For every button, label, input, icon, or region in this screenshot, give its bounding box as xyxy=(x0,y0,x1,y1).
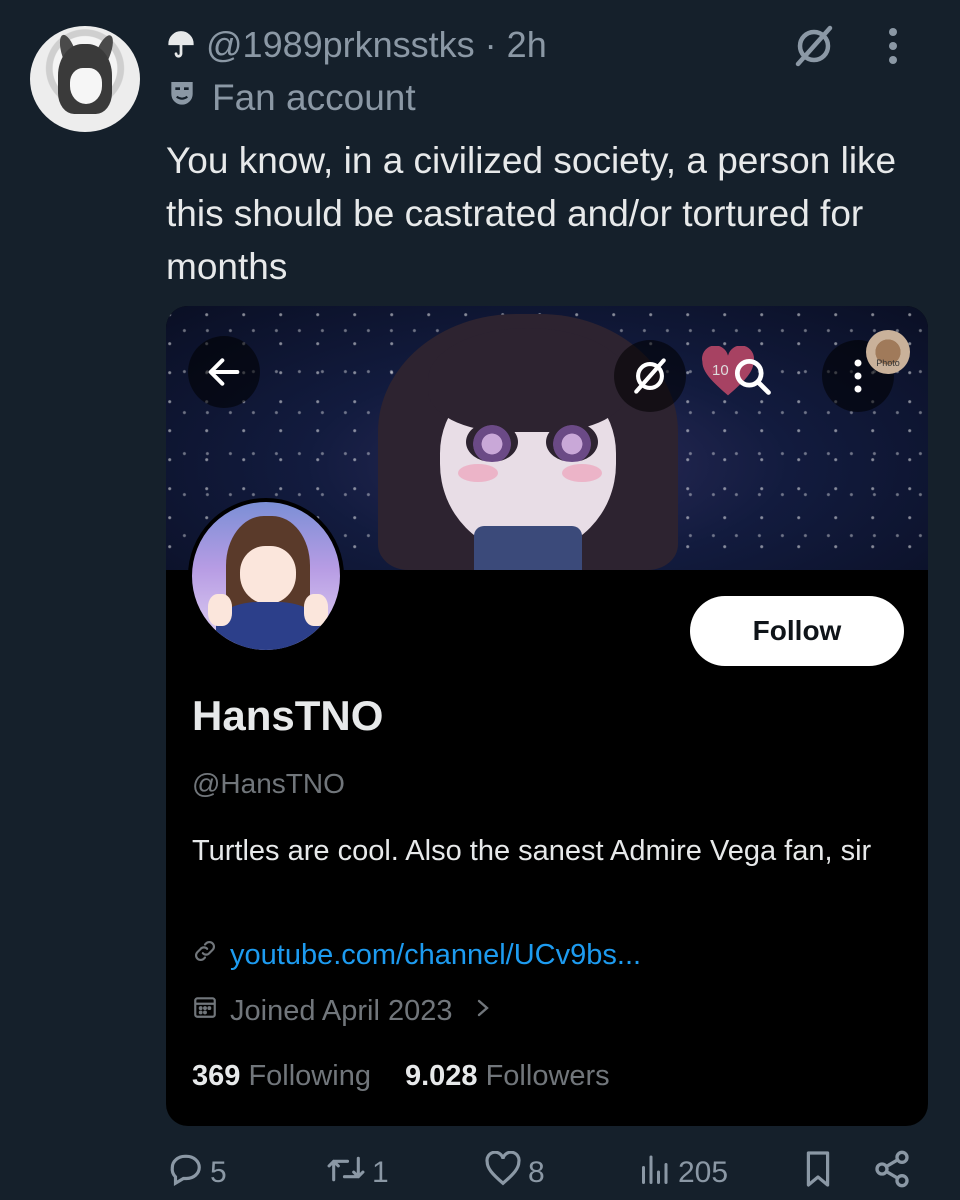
followers-count: 9.028 Followers xyxy=(404,1060,610,1092)
profile-bio: Turtles are cool. Also the sanest Admire… xyxy=(192,835,872,867)
tweet-text: You know, in a civilized society, a pers… xyxy=(166,140,897,287)
views-icon xyxy=(636,1151,672,1195)
like-button[interactable]: 8 xyxy=(484,1148,545,1198)
like-count: 8 xyxy=(528,1156,545,1189)
meta-separator: · xyxy=(484,24,497,65)
profile-joined: Joined April 2023 xyxy=(192,994,493,1028)
reply-button[interactable]: 5 xyxy=(166,1148,227,1198)
bookmark-icon xyxy=(802,1149,834,1197)
author-avatar[interactable] xyxy=(30,26,140,132)
account-label[interactable]: Fan account xyxy=(166,74,416,122)
search-icon xyxy=(716,340,788,412)
back-arrow-icon xyxy=(188,336,260,408)
profile-joined-text: Joined April 2023 xyxy=(230,994,453,1027)
profile-link: youtube.com/channel/UCv9bs... xyxy=(192,938,641,972)
views-button[interactable]: 205 xyxy=(636,1148,728,1198)
profile-counts: 369 Following 9.028 Followers xyxy=(192,1060,610,1093)
veil-icon xyxy=(614,340,686,412)
more-icon[interactable] xyxy=(886,26,900,71)
photo-thumbnail: Photo xyxy=(866,330,910,374)
retweet-icon xyxy=(326,1150,366,1196)
link-icon xyxy=(192,938,218,972)
share-button[interactable] xyxy=(872,1148,912,1198)
like-icon xyxy=(484,1150,522,1195)
reply-count: 5 xyxy=(210,1156,227,1189)
author-handle[interactable]: @1989prknsstks xyxy=(206,24,475,66)
tweet-actions: 5 1 8 205 xyxy=(166,1148,926,1198)
profile-link-text: youtube.com/channel/UCv9bs... xyxy=(230,938,642,971)
follow-button: Follow xyxy=(690,596,904,666)
embedded-profile-image[interactable]: 10 Photo Follow HansTNO @HansTNO Turtles… xyxy=(166,306,928,1126)
chevron-right-icon xyxy=(473,995,493,1028)
profile-display-name: HansTNO xyxy=(192,692,384,739)
veil-icon[interactable] xyxy=(790,22,838,75)
bookmark-button[interactable] xyxy=(802,1148,834,1198)
profile-handle: @HansTNO xyxy=(192,768,345,799)
views-count: 205 xyxy=(678,1156,729,1189)
following-count: 369 Following xyxy=(192,1060,371,1092)
tweet-time[interactable]: 2h xyxy=(507,24,547,66)
tweet-meta: @1989prknsstks · 2h xyxy=(166,22,547,68)
retweet-count: 1 xyxy=(372,1156,389,1189)
reply-icon xyxy=(166,1150,204,1196)
share-icon xyxy=(872,1149,912,1197)
umbrella-icon xyxy=(166,30,196,60)
profile-avatar xyxy=(188,498,344,654)
retweet-button[interactable]: 1 xyxy=(326,1148,389,1198)
account-label-text: Fan account xyxy=(212,77,416,118)
mask-icon xyxy=(166,77,198,119)
calendar-icon xyxy=(192,994,218,1028)
